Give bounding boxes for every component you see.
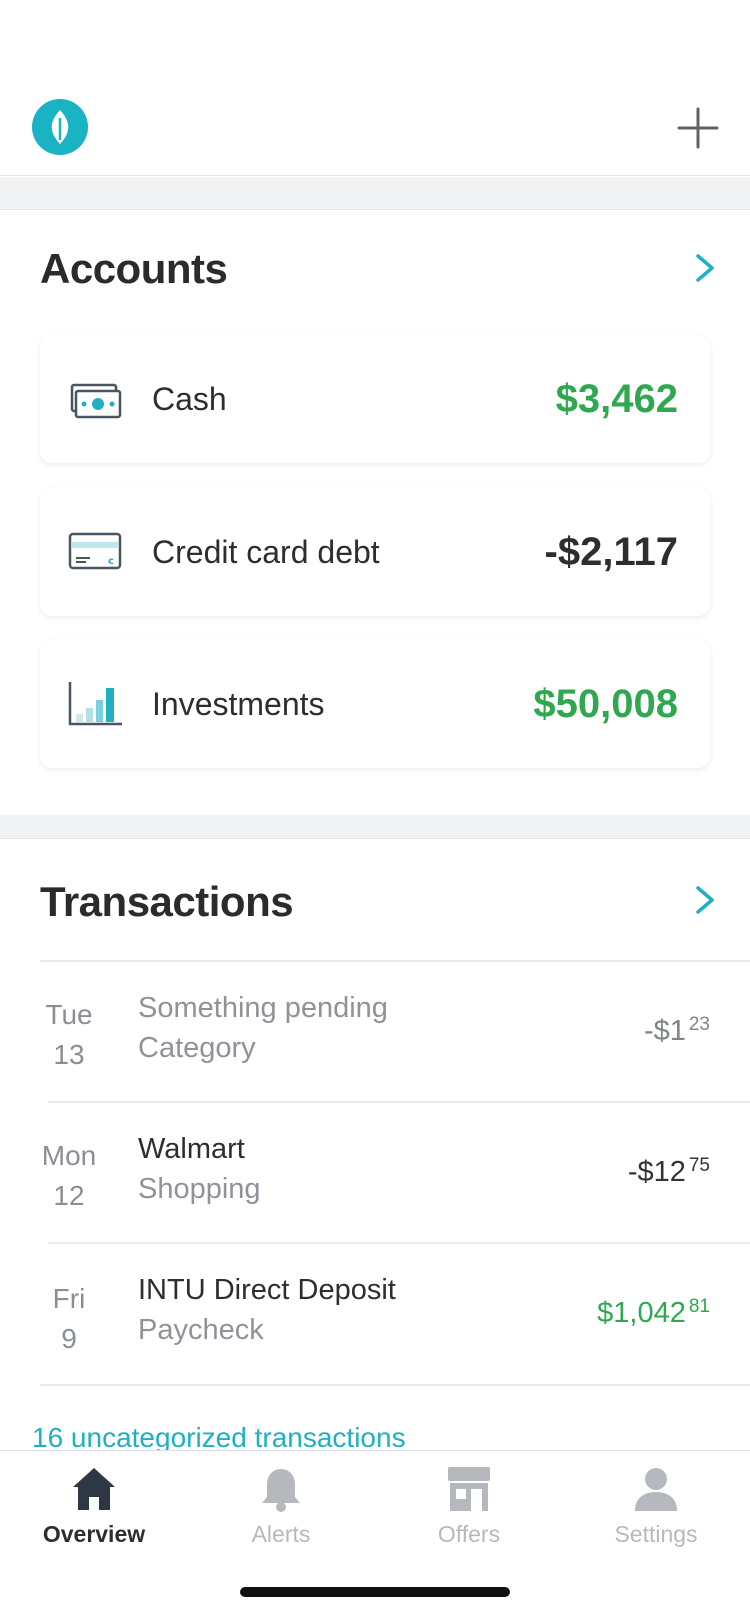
tab-bar: Overview Alerts Offers Settings — [0, 1450, 750, 1624]
home-indicator — [240, 1587, 510, 1597]
amount-dollars: -$1 — [643, 1015, 686, 1047]
tab-overview[interactable]: Overview — [14, 1465, 174, 1548]
transaction-name: Walmart — [138, 1133, 245, 1165]
transaction-amount: $1,042 81 — [597, 1296, 710, 1330]
amount-cents: 75 — [688, 1155, 710, 1176]
tab-alerts[interactable]: Alerts — [201, 1465, 361, 1548]
tab-label: Settings — [614, 1521, 698, 1547]
tab-label: Alerts — [251, 1521, 311, 1547]
plus-icon[interactable] — [676, 106, 720, 150]
user-icon — [635, 1468, 677, 1511]
account-label: Investments — [152, 686, 325, 722]
transaction-day-number: 13 — [53, 1039, 85, 1070]
amount-cents: 23 — [688, 1014, 710, 1035]
tab-label: Overview — [42, 1521, 146, 1547]
transaction-row[interactable]: Mon 12 Walmart Shopping -$12 75 — [0, 1103, 750, 1243]
tab-settings[interactable]: Settings — [576, 1465, 736, 1548]
storefront-icon — [448, 1467, 490, 1511]
transaction-row[interactable]: Tue 13 Something pending Category -$1 23 — [0, 962, 750, 1102]
transaction-day-of-week: Fri — [52, 1283, 86, 1314]
top-bar — [0, 0, 750, 176]
cash-icon — [68, 375, 122, 421]
transaction-day-number: 9 — [61, 1323, 77, 1354]
investments-chart-icon — [68, 680, 122, 726]
transaction-day-of-week: Tue — [45, 999, 93, 1030]
svg-text:c: c — [108, 556, 114, 567]
transaction-day-of-week: Mon — [41, 1140, 97, 1171]
amount-cents: 81 — [688, 1296, 710, 1317]
transaction-amount: -$12 75 — [628, 1155, 710, 1189]
credit-card-icon: c — [68, 528, 122, 574]
accounts-title: Accounts — [40, 245, 228, 292]
account-balance: $3,462 — [555, 377, 678, 421]
account-label: Credit card debt — [152, 534, 380, 570]
bell-icon — [262, 1469, 300, 1512]
home-icon — [73, 1468, 115, 1510]
account-balance: -$2,117 — [544, 530, 678, 574]
transaction-name: INTU Direct Deposit — [138, 1274, 396, 1306]
transaction-name: Something pending — [138, 992, 388, 1024]
transaction-row[interactable]: Fri 9 INTU Direct Deposit Paycheck $1,04… — [0, 1244, 750, 1384]
divider — [40, 1384, 750, 1386]
section-separator — [0, 815, 750, 839]
section-separator — [0, 177, 750, 210]
transaction-category: Shopping — [138, 1173, 261, 1205]
account-balance: $50,008 — [533, 682, 678, 726]
tab-label: Offers — [437, 1521, 501, 1547]
mint-leaf-icon[interactable] — [32, 99, 88, 155]
tab-offers[interactable]: Offers — [389, 1465, 549, 1548]
transaction-day-number: 12 — [53, 1180, 85, 1211]
accounts-chevron-right-icon[interactable] — [690, 248, 720, 288]
account-card-cash[interactable]: Cash $3,462 — [40, 335, 710, 463]
amount-dollars: $1,042 — [597, 1297, 686, 1329]
account-card-credit[interactable]: c Credit card debt -$2,117 — [40, 488, 710, 616]
account-label: Cash — [152, 381, 227, 417]
transaction-amount: -$1 23 — [644, 1014, 710, 1048]
transactions-title: Transactions — [40, 878, 294, 925]
account-card-investments[interactable]: Investments $50,008 — [40, 640, 710, 768]
amount-dollars: -$12 — [627, 1156, 686, 1188]
transaction-category: Paycheck — [138, 1314, 264, 1346]
transaction-category: Category — [138, 1032, 256, 1064]
transactions-chevron-right-icon[interactable] — [690, 880, 720, 920]
